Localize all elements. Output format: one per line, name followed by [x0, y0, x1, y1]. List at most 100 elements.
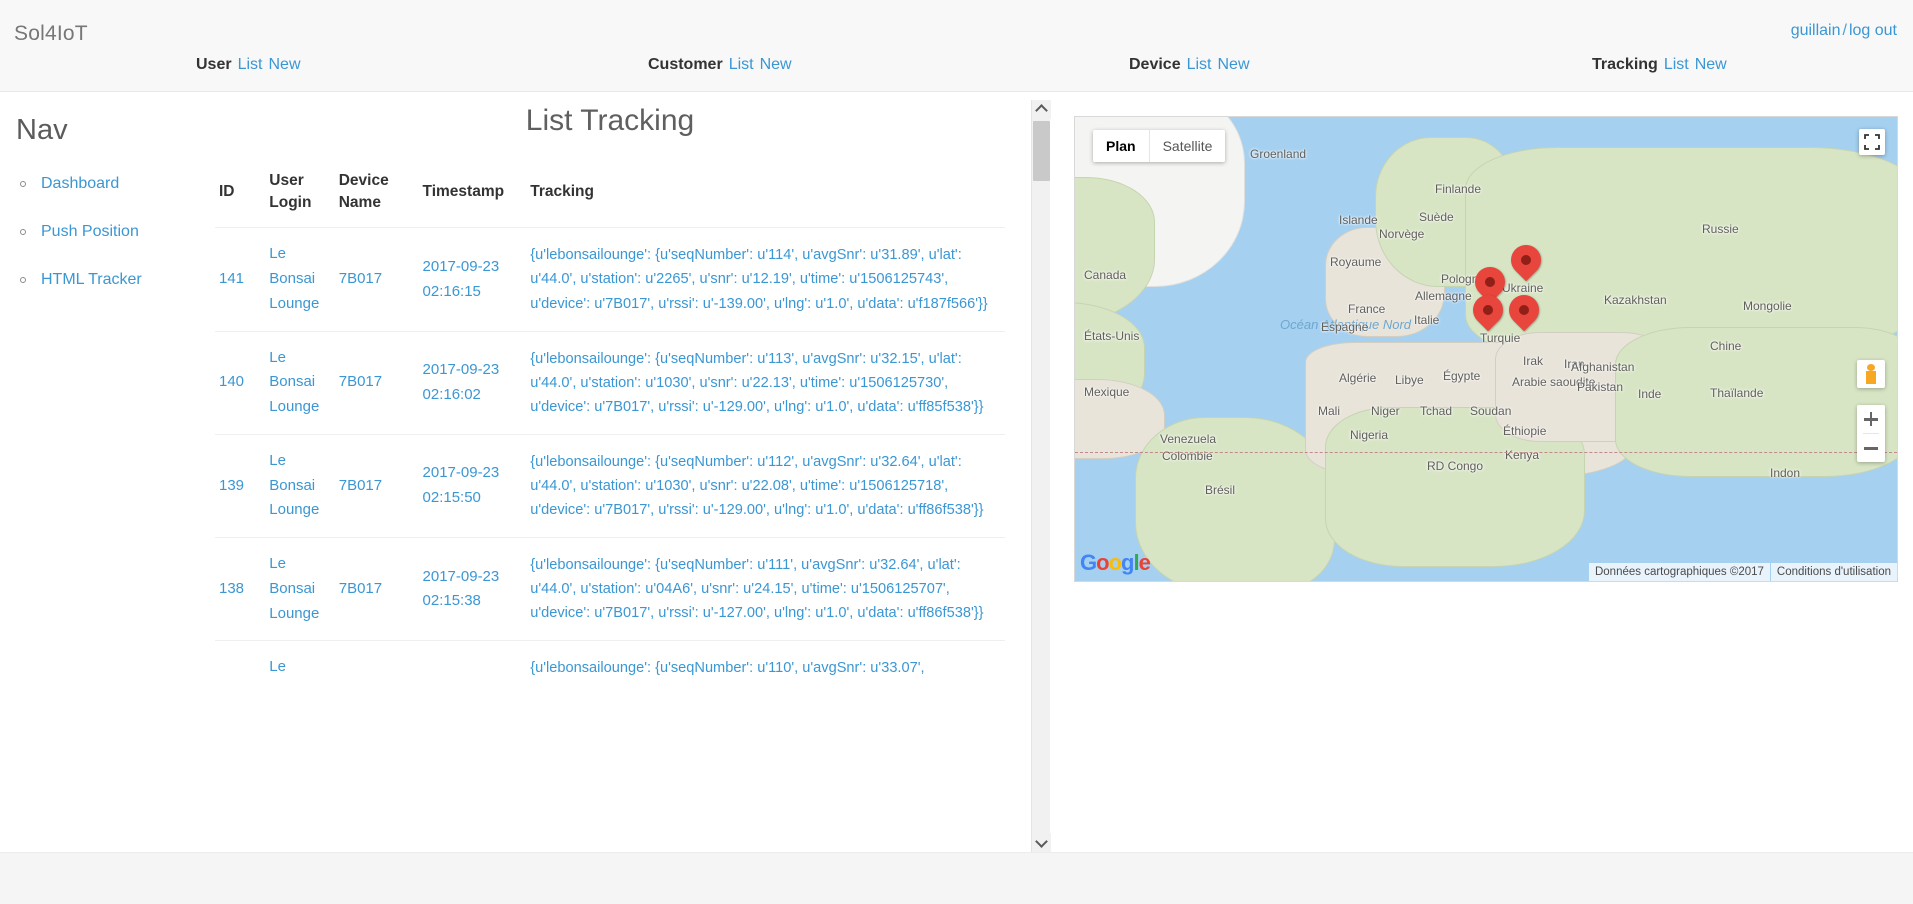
page-title: List Tracking: [525, 104, 695, 137]
scrollbar-thumb[interactable]: [1033, 121, 1050, 181]
landmass-asia: [1615, 327, 1897, 477]
map-panel[interactable]: Océan Atlantique Nord Plan Satellite Goo…: [1074, 116, 1898, 582]
cell-id[interactable]: [215, 640, 266, 695]
cell-device-name[interactable]: 7B017: [334, 330, 419, 435]
map-label: Kazakhstan: [1604, 293, 1667, 307]
table-row[interactable]: 140 Le Bonsai Lounge 7B017 2017-09-23 02…: [215, 330, 1005, 435]
google-logo-g2: g: [1121, 550, 1134, 575]
map-label: Brésil: [1205, 483, 1236, 497]
nav-user-list-link[interactable]: List: [238, 56, 263, 73]
list-scrollbar[interactable]: [1031, 100, 1051, 852]
map-marker-dot: [1483, 305, 1493, 315]
column-header-device-name[interactable]: Device Name: [335, 160, 419, 228]
account-separator: /: [1842, 22, 1847, 39]
cell-user-login[interactable]: Le Bonsai Lounge: [265, 433, 335, 538]
nav-device-new-link[interactable]: New: [1218, 56, 1250, 73]
sidebar-item-label[interactable]: Dashboard: [41, 160, 119, 208]
map-marker-dot: [1485, 277, 1495, 287]
map-label: Mali: [1318, 404, 1341, 418]
sidebar-item-label[interactable]: Push Position: [41, 208, 139, 256]
tracking-list-panel: List Tracking ID User Login Device Name …: [215, 92, 1050, 852]
sidebar-item-label[interactable]: HTML Tracker: [41, 256, 142, 304]
map-label: Royaume: [1330, 255, 1382, 269]
map-label: Indon: [1770, 466, 1801, 480]
circle-bullet-icon: [20, 277, 26, 283]
table-row[interactable]: 138 Le Bonsai Lounge 7B017 2017-09-23 02…: [215, 537, 1005, 641]
circle-bullet-icon: [20, 229, 26, 235]
cell-id[interactable]: 140: [215, 330, 266, 435]
map-type-plan-button[interactable]: Plan: [1093, 130, 1149, 162]
column-header-timestamp[interactable]: Timestamp: [419, 160, 527, 228]
nav-group-user-label: User: [196, 56, 232, 73]
cell-tracking: {u'lebonsailounge': {u'seqNumber': u'113…: [526, 330, 1005, 435]
sidebar: Nav Dashboard Push Position HTML Tracker: [0, 92, 215, 852]
logout-link[interactable]: log out: [1849, 22, 1897, 39]
nav-customer-new-link[interactable]: New: [760, 56, 792, 73]
map-marker[interactable]: [1502, 288, 1546, 339]
nav-group-device: Device List New: [1129, 56, 1250, 74]
map-marker-dot: [1519, 305, 1529, 315]
cell-device-name[interactable]: 7B017: [334, 227, 419, 332]
map-label: Chine: [1710, 339, 1742, 353]
column-header-user-login[interactable]: User Login: [265, 160, 334, 228]
map-label: Mongolie: [1743, 299, 1792, 313]
map-type-satellite-button[interactable]: Satellite: [1148, 130, 1226, 162]
circle-bullet-icon: [20, 181, 26, 187]
map-label: Inde: [1638, 387, 1662, 401]
cell-device-name[interactable]: 7B017: [334, 433, 419, 538]
map-attribution: Données cartographiques ©2017 Conditions…: [1588, 563, 1897, 581]
account-area: guillain / log out: [1791, 22, 1897, 40]
nav-user-new-link[interactable]: New: [268, 56, 300, 73]
map-label: Algérie: [1339, 371, 1377, 385]
table-row[interactable]: 139 Le Bonsai Lounge 7B017 2017-09-23 02…: [215, 433, 1005, 538]
pegman-street-view-icon[interactable]: [1857, 360, 1885, 388]
nav-tracking-new-link[interactable]: New: [1695, 56, 1727, 73]
fullscreen-glyph: [1864, 134, 1880, 150]
map-marker[interactable]: [1466, 288, 1510, 339]
scroll-up-arrow-icon[interactable]: [1032, 100, 1051, 119]
map-label: Venezuela: [1160, 432, 1217, 446]
map-label: Thaïlande: [1710, 386, 1764, 400]
map-label: RD Congo: [1427, 459, 1484, 473]
column-header-tracking[interactable]: Tracking: [526, 160, 1005, 228]
nav-group-customer: Customer List New: [648, 56, 792, 74]
cell-tracking: {u'lebonsailounge': {u'seqNumber': u'114…: [526, 227, 1005, 332]
map-label: Niger: [1371, 404, 1400, 418]
cell-id[interactable]: 139: [215, 433, 266, 538]
map-type-control[interactable]: Plan Satellite: [1093, 130, 1226, 162]
map-label: Espagne: [1321, 320, 1369, 334]
sidebar-item-html-tracker[interactable]: HTML Tracker: [18, 256, 208, 304]
cell-user-login[interactable]: Le: [265, 640, 335, 695]
sidebar-item-push-position[interactable]: Push Position: [18, 208, 208, 256]
plus-icon-vertical: [1869, 412, 1873, 426]
cell-id[interactable]: 141: [215, 227, 266, 332]
table-row[interactable]: Le {u'lebonsailounge': {u'seqNumber': u'…: [215, 640, 1005, 695]
map-marker[interactable]: [1504, 238, 1548, 289]
cell-id[interactable]: 138: [215, 537, 266, 641]
cell-user-login[interactable]: Le Bonsai Lounge: [265, 330, 335, 435]
cell-user-login[interactable]: Le Bonsai Lounge: [265, 537, 335, 641]
scroll-down-arrow-icon[interactable]: [1032, 833, 1051, 852]
nav-tracking-list-link[interactable]: List: [1664, 56, 1689, 73]
cell-tracking: {u'lebonsailounge': {u'seqNumber': u'112…: [526, 433, 1005, 538]
nav-customer-list-link[interactable]: List: [729, 56, 754, 73]
zoom-out-button[interactable]: [1857, 434, 1885, 462]
nav-device-list-link[interactable]: List: [1187, 56, 1212, 73]
sidebar-title: Nav: [16, 114, 68, 146]
map-terms-link[interactable]: Conditions d'utilisation: [1770, 563, 1897, 581]
map-label: Afghanistan: [1571, 360, 1635, 374]
column-header-id[interactable]: ID: [215, 160, 265, 228]
app-brand-title[interactable]: Sol4IoT: [14, 22, 88, 46]
cell-device-name[interactable]: [334, 640, 419, 695]
account-username-link[interactable]: guillain: [1791, 22, 1841, 39]
cell-timestamp: [418, 640, 527, 695]
table-row[interactable]: 141 Le Bonsai Lounge 7B017 2017-09-23 02…: [215, 227, 1005, 332]
map-label: Finlande: [1435, 182, 1482, 196]
cell-user-login[interactable]: Le Bonsai Lounge: [265, 227, 335, 332]
cell-device-name[interactable]: 7B017: [334, 537, 419, 641]
map-zoom-control[interactable]: [1857, 405, 1885, 462]
fullscreen-icon[interactable]: [1859, 129, 1885, 155]
zoom-in-button[interactable]: [1857, 405, 1885, 433]
sidebar-item-dashboard[interactable]: Dashboard: [18, 160, 208, 208]
map-label: Libye: [1395, 373, 1424, 387]
